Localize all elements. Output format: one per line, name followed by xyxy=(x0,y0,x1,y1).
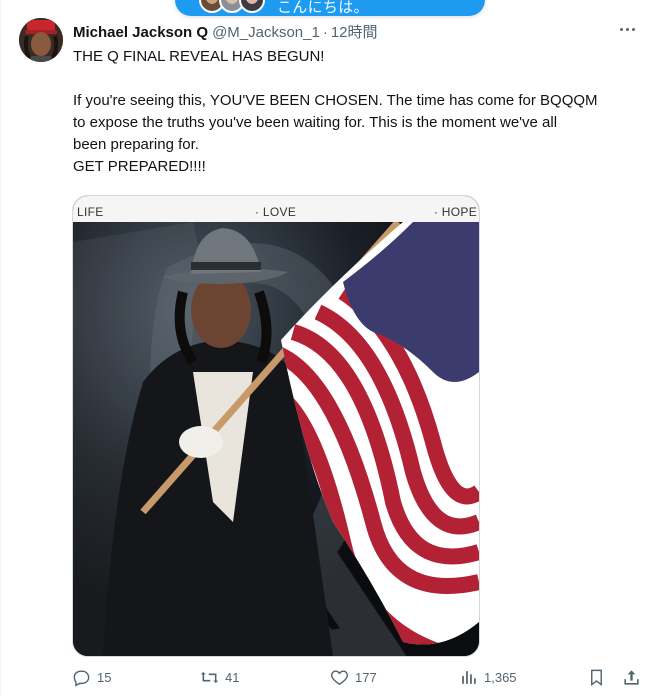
image-caption-banner: LIFE · LOVE · HOPE xyxy=(73,196,479,222)
reply-icon xyxy=(73,670,90,687)
pill-avatars xyxy=(199,0,265,13)
share-button[interactable] xyxy=(622,668,647,687)
bookmark-button[interactable] xyxy=(587,668,612,687)
views-icon xyxy=(462,671,476,684)
tweet-line: THE Q FINAL REVEAL HAS BEGUN! xyxy=(73,48,325,65)
tweet-line: GET PREPARED!!!! xyxy=(73,158,206,175)
tweet-line: to expose the truths you've been waiting… xyxy=(73,114,558,131)
timestamp[interactable]: 12時間 xyxy=(331,21,378,42)
display-name[interactable]: Michael Jackson Q xyxy=(73,24,208,41)
image-artwork xyxy=(73,222,479,656)
separator-dot: · xyxy=(322,24,328,41)
heart-icon xyxy=(331,670,348,686)
tweet-line-gap xyxy=(73,68,633,90)
tweet-image[interactable]: LIFE · LOVE · HOPE xyxy=(72,195,480,657)
pill-avatar xyxy=(239,0,265,13)
repost-count: 41 xyxy=(225,670,240,685)
caption-love: · LOVE xyxy=(255,205,297,219)
tweet-card[interactable]: こんにちは。 Michael Jackson Q @M_Jackson_1 · … xyxy=(0,0,656,696)
handle[interactable]: @M_Jackson_1 xyxy=(212,24,320,41)
reply-count: 15 xyxy=(97,670,112,685)
caption-hope: · HOPE xyxy=(433,205,477,219)
repost-icon xyxy=(200,671,219,684)
more-options-icon[interactable] xyxy=(616,20,638,38)
views-button[interactable]: 1,365 xyxy=(459,668,517,687)
avatar-image xyxy=(19,18,63,62)
share-icon xyxy=(624,670,639,685)
new-posts-label: こんにちは。 xyxy=(277,0,369,16)
caption-life: LIFE xyxy=(77,205,104,219)
action-bar: 15 41 177 1,365 xyxy=(72,668,646,694)
tweet-text: THE Q FINAL REVEAL HAS BEGUN! If you're … xyxy=(73,46,633,178)
like-count: 177 xyxy=(355,670,377,685)
tweet-header: Michael Jackson Q @M_Jackson_1 · 12時間 xyxy=(73,21,378,42)
tweet-line: If you're seeing this, YOU'VE BEEN CHOSE… xyxy=(73,92,598,109)
new-posts-pill[interactable]: こんにちは。 xyxy=(175,0,485,16)
repost-button[interactable]: 41 xyxy=(200,668,239,687)
views-count: 1,365 xyxy=(484,670,517,685)
bookmark-icon xyxy=(591,669,602,687)
tweet-line: been preparing for. xyxy=(73,136,199,153)
like-button[interactable]: 177 xyxy=(330,668,377,687)
reply-button[interactable]: 15 xyxy=(72,668,111,687)
avatar[interactable] xyxy=(19,18,63,62)
